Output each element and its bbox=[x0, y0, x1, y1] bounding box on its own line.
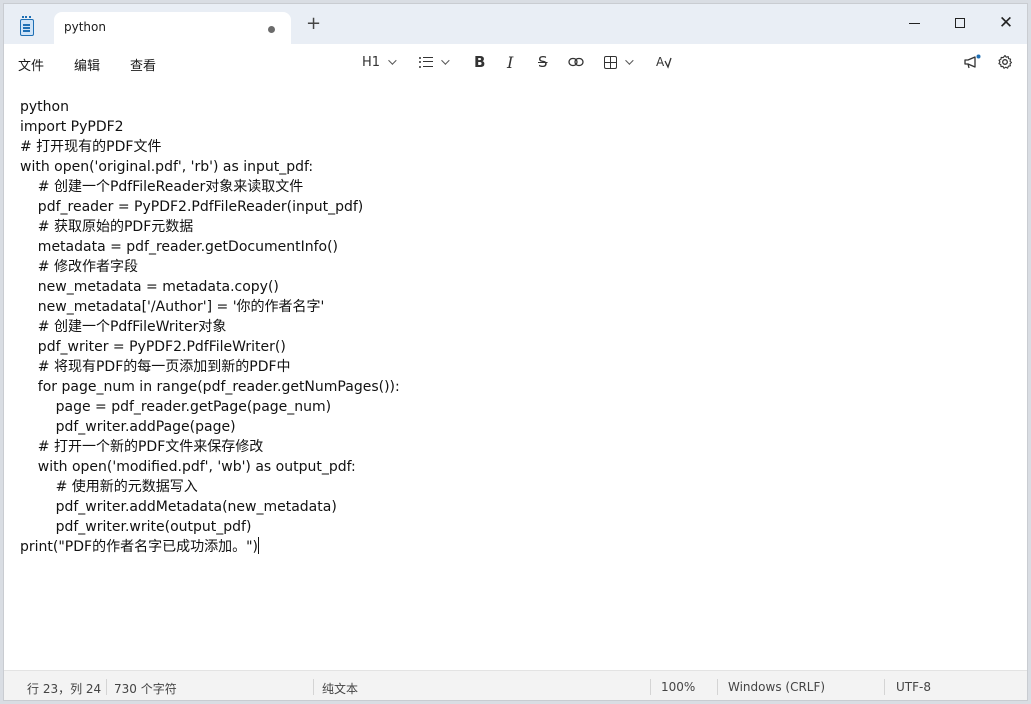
list-dropdown[interactable] bbox=[419, 52, 450, 72]
menu-file[interactable]: 文件 bbox=[18, 55, 44, 74]
character-count: 730 个字符 bbox=[114, 682, 177, 696]
chevron-down-icon bbox=[625, 56, 634, 65]
code-line: pdf_reader = PyPDF2.PdfFileReader(input_… bbox=[20, 199, 364, 215]
status-divider bbox=[717, 679, 718, 695]
code-line: import PyPDF2 bbox=[20, 119, 124, 135]
status-divider bbox=[106, 679, 107, 695]
code-line: # 创建一个PdfFileWriter对象 bbox=[20, 319, 227, 335]
status-divider bbox=[884, 679, 885, 695]
minimize-icon bbox=[908, 22, 920, 24]
code-line: print("PDF的作者名字已成功添加。") bbox=[20, 539, 258, 555]
code-line: new_metadata = metadata.copy() bbox=[20, 279, 279, 295]
bullet-list-icon bbox=[419, 56, 433, 68]
maximize-icon bbox=[955, 18, 965, 28]
new-tab-plus-icon[interactable]: + bbox=[306, 15, 321, 33]
code-line: page = pdf_reader.getPage(page_num) bbox=[20, 399, 332, 415]
svg-text:A: A bbox=[656, 55, 665, 69]
table-dropdown[interactable] bbox=[604, 52, 634, 72]
code-line: metadata = pdf_reader.getDocumentInfo() bbox=[20, 239, 338, 255]
code-line: # 使用新的元数据写入 bbox=[20, 479, 198, 495]
code-line: pdf_writer = PyPDF2.PdfFileWriter() bbox=[20, 339, 286, 355]
code-line: # 将现有PDF的每一页添加到新的PDF中 bbox=[20, 359, 291, 375]
spellcheck-button[interactable]: A bbox=[656, 52, 672, 72]
status-bar: 行 23，列 24 730 个字符 纯文本 100% Windows (CRLF… bbox=[4, 670, 1027, 700]
status-divider bbox=[313, 679, 314, 695]
encoding[interactable]: UTF-8 bbox=[896, 680, 931, 694]
heading-label: H1 bbox=[362, 54, 381, 70]
text-editor[interactable]: python import PyPDF2 # 打开现有的PDF文件 with o… bbox=[4, 80, 1027, 670]
table-icon bbox=[604, 55, 617, 69]
chevron-down-icon bbox=[388, 56, 397, 65]
code-line: pdf_writer.write(output_pdf) bbox=[20, 519, 252, 535]
code-line: pdf_writer.addPage(page) bbox=[20, 419, 236, 435]
text-caret bbox=[257, 537, 259, 554]
code-line: # 获取原始的PDF元数据 bbox=[20, 219, 194, 235]
heading-dropdown[interactable]: H1 bbox=[362, 52, 397, 72]
close-button[interactable]: ✕ bbox=[988, 10, 1024, 36]
code-line: # 创建一个PdfFileReader对象来读取文件 bbox=[20, 179, 304, 195]
cursor-position: 行 23，列 24 bbox=[27, 682, 102, 696]
status-divider bbox=[650, 679, 651, 695]
notepad-app-icon bbox=[20, 16, 34, 36]
minimize-button[interactable] bbox=[896, 10, 932, 36]
menu-toolbar: 文件 编辑 查看 H1 B I S A bbox=[4, 44, 1027, 80]
link-icon bbox=[568, 57, 584, 67]
bold-icon: B bbox=[474, 53, 486, 71]
italic-button[interactable]: I bbox=[507, 52, 513, 72]
maximize-button[interactable] bbox=[942, 10, 978, 36]
code-line: python bbox=[20, 99, 69, 115]
code-line: # 打开现有的PDF文件 bbox=[20, 139, 162, 155]
gear-icon bbox=[998, 54, 1013, 69]
spellcheck-icon: A bbox=[656, 55, 672, 69]
settings-button[interactable] bbox=[997, 52, 1013, 72]
notepad-window: python + ✕ 文件 编辑 查看 H1 B I S A python im… bbox=[3, 3, 1028, 701]
title-bar: python + ✕ bbox=[4, 4, 1027, 44]
zoom-level[interactable]: 100% bbox=[661, 680, 695, 694]
unsaved-dot-icon[interactable] bbox=[268, 26, 275, 33]
italic-icon: I bbox=[507, 52, 514, 72]
tab-title: python bbox=[64, 20, 106, 34]
menu-view[interactable]: 查看 bbox=[130, 55, 156, 74]
code-line: for page_num in range(pdf_reader.getNumP… bbox=[20, 379, 400, 395]
code-line: with open('original.pdf', 'rb') as input… bbox=[20, 159, 314, 175]
chevron-down-icon bbox=[441, 56, 450, 65]
code-line: with open('modified.pdf', 'wb') as outpu… bbox=[20, 459, 356, 475]
link-button[interactable] bbox=[568, 52, 584, 72]
close-icon: ✕ bbox=[998, 12, 1014, 33]
megaphone-icon bbox=[964, 54, 981, 69]
text-format[interactable]: 纯文本 bbox=[322, 680, 358, 697]
code-line: # 打开一个新的PDF文件来保存修改 bbox=[20, 439, 264, 455]
strikethrough-button[interactable]: S bbox=[538, 52, 548, 72]
tab-python[interactable]: python bbox=[54, 12, 291, 44]
menu-edit[interactable]: 编辑 bbox=[74, 55, 100, 74]
notifications-button[interactable] bbox=[963, 52, 981, 72]
code-line: pdf_writer.addMetadata(new_metadata) bbox=[20, 499, 337, 515]
line-ending[interactable]: Windows (CRLF) bbox=[728, 680, 825, 694]
code-line: new_metadata['/Author'] = '你的作者名字' bbox=[20, 299, 325, 315]
strikethrough-icon: S bbox=[538, 53, 548, 71]
editor-content[interactable]: python import PyPDF2 # 打开现有的PDF文件 with o… bbox=[20, 97, 400, 557]
bold-button[interactable]: B bbox=[474, 52, 485, 72]
code-line: # 修改作者字段 bbox=[20, 259, 138, 275]
